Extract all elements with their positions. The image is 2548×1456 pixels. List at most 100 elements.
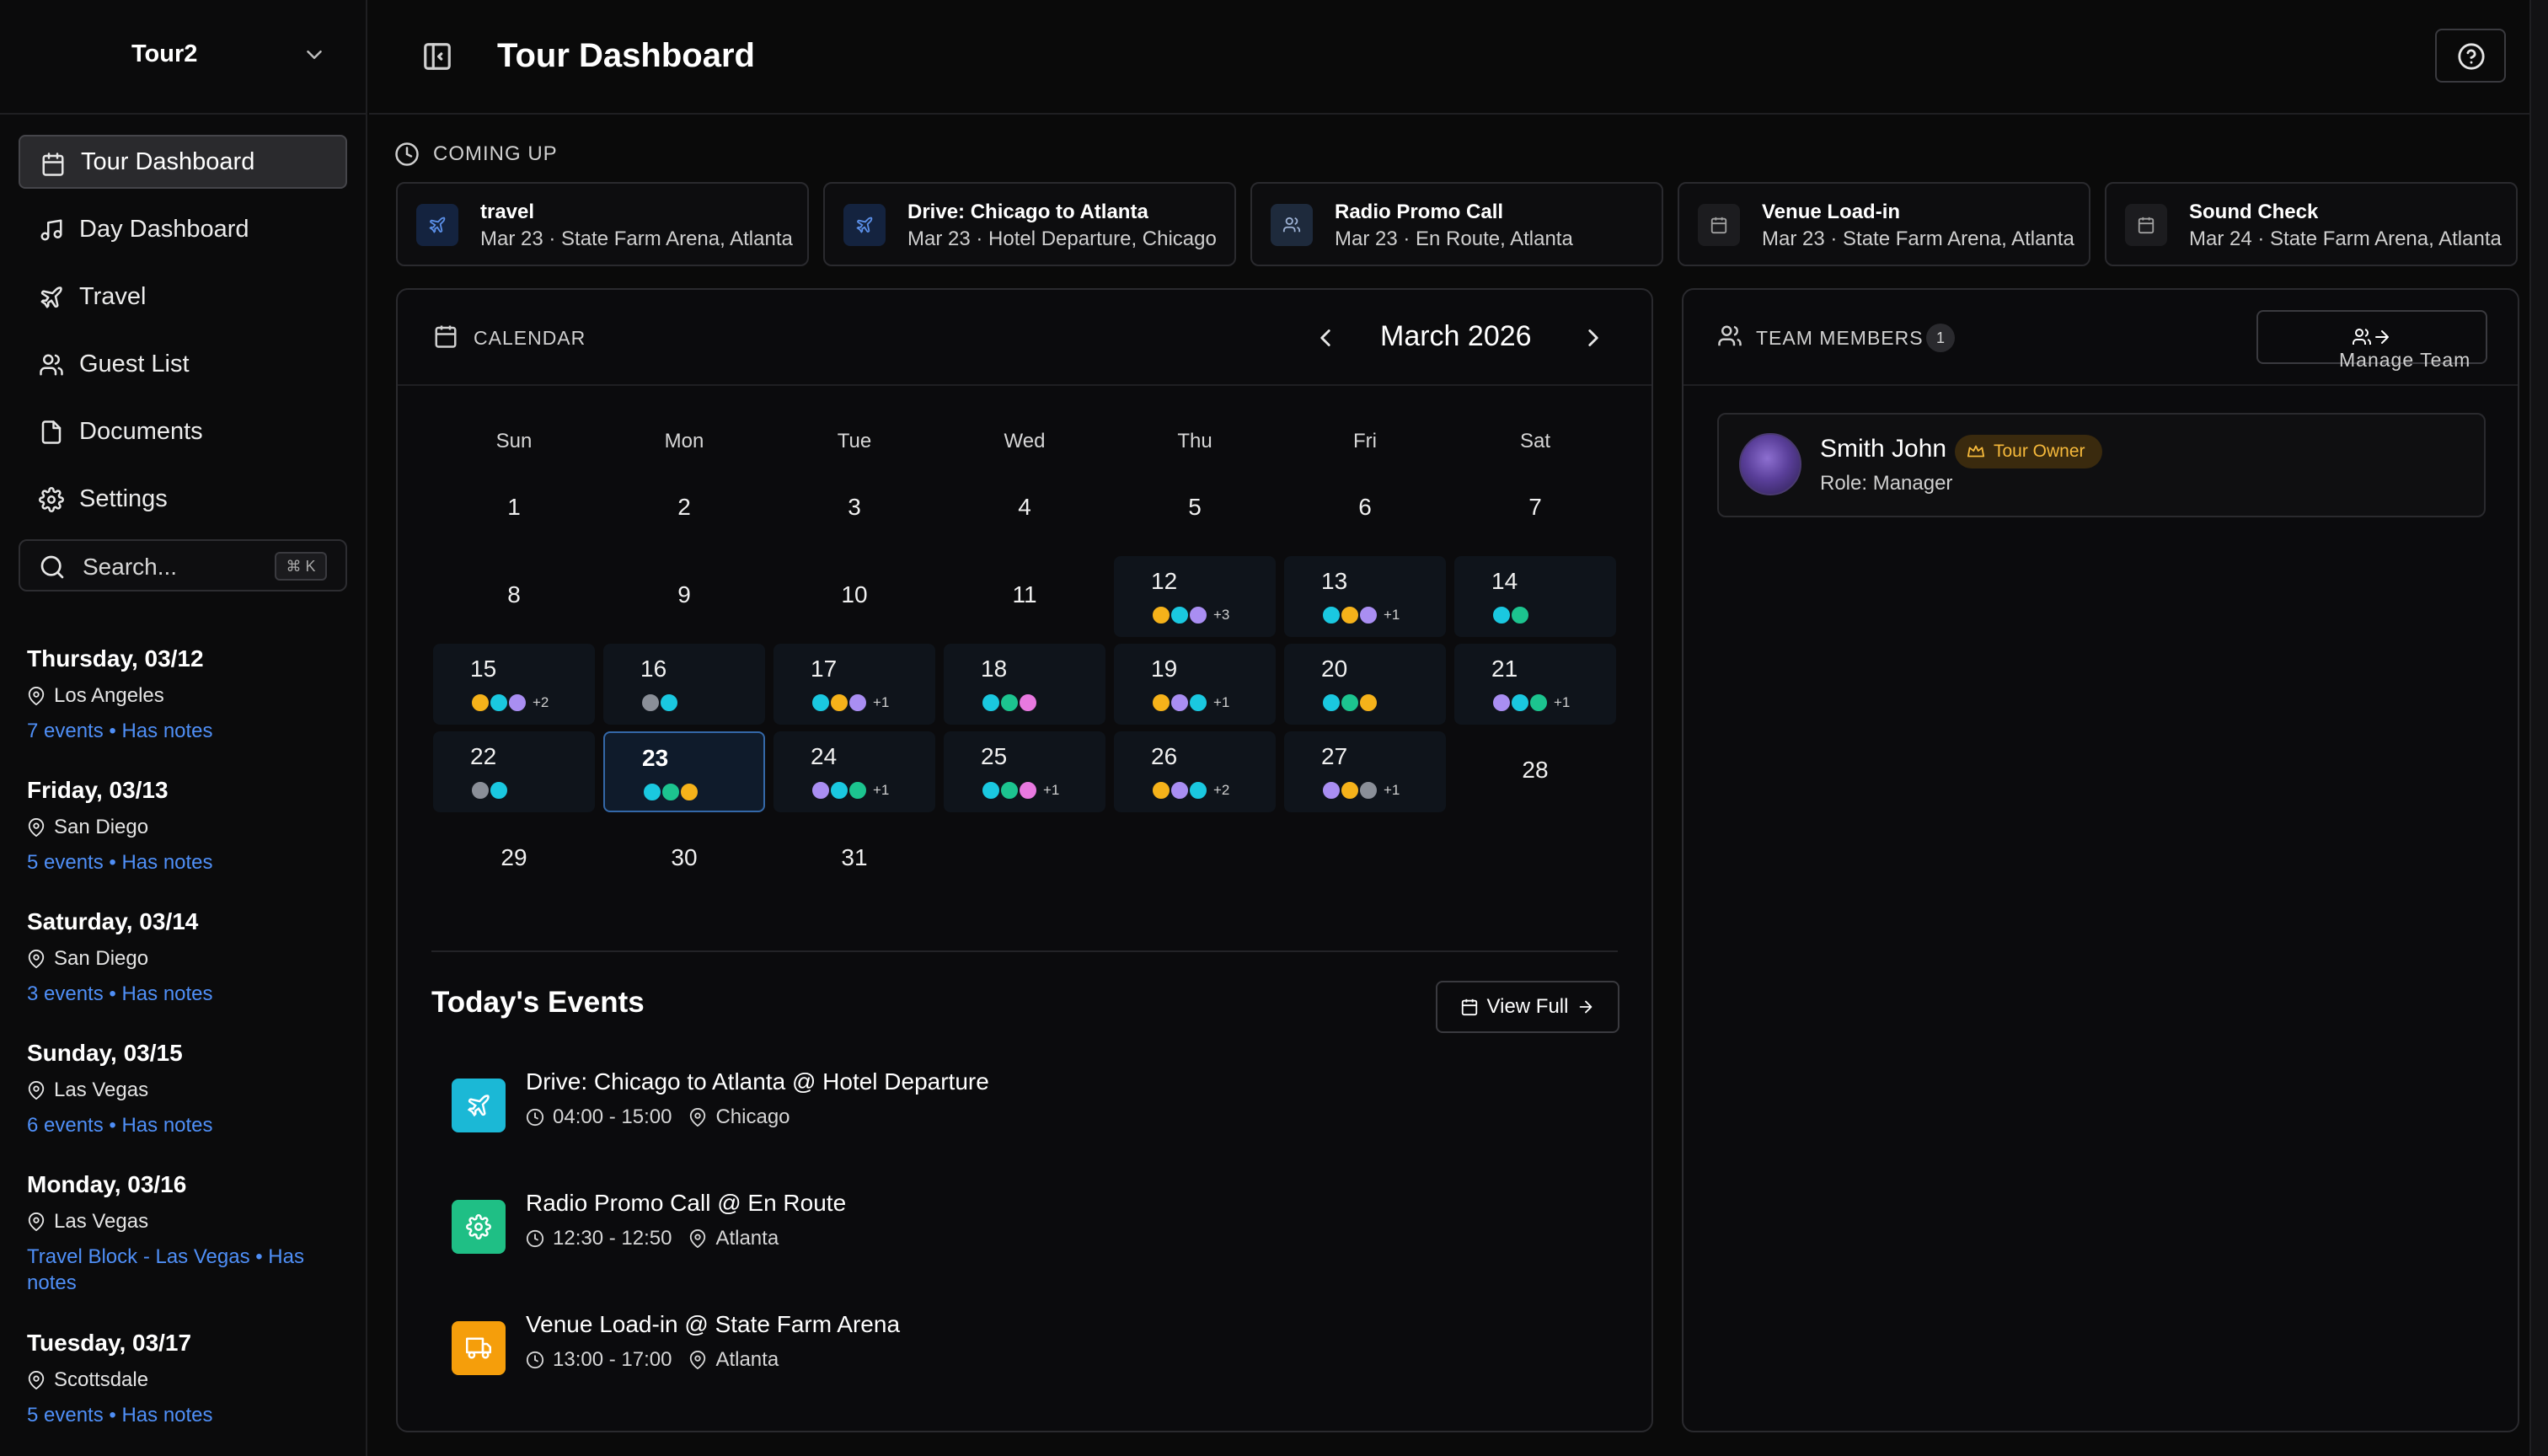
day-number: 31 [841, 844, 868, 870]
calendar-day[interactable]: 7 [1454, 468, 1616, 549]
calendar-day[interactable]: 16 [603, 644, 765, 725]
day-summary[interactable]: Friday, 03/13 San Diego 5 events • Has n… [27, 777, 347, 875]
nav-tour-dashboard[interactable]: Tour Dashboard [19, 135, 347, 189]
search-icon [40, 555, 64, 579]
calendar-day[interactable]: 8 [433, 556, 595, 637]
more-events-count: +1 [1043, 782, 1060, 798]
calendar-day[interactable]: 18 [944, 644, 1105, 725]
clock-icon [526, 1351, 544, 1369]
event-dot [848, 693, 868, 713]
event-dots [1321, 693, 1378, 713]
help-button[interactable] [2435, 29, 2506, 83]
calendar-day[interactable]: 5 [1114, 468, 1276, 549]
calendar-day[interactable]: 1 [433, 468, 595, 549]
day-events-link[interactable]: 7 events • Has notes [27, 718, 347, 744]
calendar-day[interactable]: 14 [1454, 556, 1616, 637]
chevron-left-icon[interactable] [1311, 324, 1340, 352]
scrollbar[interactable] [2529, 0, 2548, 1456]
day-summary[interactable]: Thursday, 03/12 Los Angeles 7 events • H… [27, 645, 347, 744]
nav-travel[interactable]: Travel [19, 270, 347, 324]
day-events-link[interactable]: 5 events • Has notes [27, 849, 347, 875]
calendar-day[interactable]: 11 [944, 556, 1105, 637]
nav-documents[interactable]: Documents [19, 404, 347, 458]
page-title: Tour Dashboard [497, 37, 755, 74]
weekday-label: Fri [1353, 430, 1377, 452]
nav-label: Guest List [79, 351, 190, 377]
calendar-day[interactable]: 17 +1 [774, 644, 935, 725]
calendar-day[interactable]: 25 +1 [944, 731, 1105, 812]
event-dots [640, 693, 679, 713]
calendar-card: CALENDAR March 2026 Sun Mon Tue Wed Thu Fri Sa… [396, 288, 1653, 1432]
nav-guest-list[interactable]: Guest List [19, 337, 347, 391]
map-pin-icon [28, 950, 45, 968]
coming-up-card[interactable]: travel Mar 23 · State Farm Arena, Atlant… [396, 182, 809, 266]
event-dots: +1 [1321, 780, 1400, 800]
calendar-day[interactable]: 21 +1 [1454, 644, 1616, 725]
calendar-day[interactable]: 20 [1284, 644, 1446, 725]
event-dots: +2 [470, 693, 549, 713]
coming-up-card[interactable]: Radio Promo Call Mar 23 · En Route, Atla… [1250, 182, 1663, 266]
view-full-button[interactable]: View Full [1436, 981, 1619, 1033]
team-member-card[interactable]: Smith John Tour Owner Role: Manager [1717, 413, 2486, 517]
calendar-day[interactable]: 3 [774, 468, 935, 549]
day-location: San Diego [27, 947, 347, 971]
calendar-day[interactable]: 28 [1454, 731, 1616, 812]
today-event[interactable]: Radio Promo Call @ En Route 12:30 - 12:5… [452, 1190, 1547, 1257]
manage-team-button[interactable]: Manage Team [2256, 310, 2487, 371]
day-number: 29 [500, 844, 527, 870]
calendar-day[interactable]: 2 [603, 468, 765, 549]
nav-label: Travel [79, 283, 147, 310]
day-summary[interactable]: Sunday, 03/15 Las Vegas 6 events • Has n… [27, 1040, 347, 1138]
calendar-day[interactable]: 29 [433, 819, 595, 900]
calendar-day[interactable]: 10 [774, 556, 935, 637]
search-input[interactable]: Search... ⌘ K [19, 539, 347, 592]
day-events-link[interactable]: 5 events • Has notes [27, 1402, 347, 1428]
event-location: Chicago [715, 1105, 790, 1128]
nav-settings[interactable]: Settings [19, 472, 347, 526]
event-icon-box [452, 1079, 506, 1132]
sidebar-toggle-icon[interactable] [421, 40, 453, 72]
day-number: 19 [1151, 656, 1178, 682]
calendar-day[interactable]: 6 [1284, 468, 1446, 549]
calendar-day[interactable]: 19 +1 [1114, 644, 1276, 725]
coming-up-title: Radio Promo Call [1335, 201, 1504, 223]
day-summary[interactable]: Saturday, 03/14 San Diego 3 events • Has… [27, 908, 347, 1007]
calendar-day[interactable]: 27 +1 [1284, 731, 1446, 812]
calendar-day[interactable]: 12 +3 [1114, 556, 1276, 637]
calendar-icon [1710, 217, 1727, 234]
calendar-day[interactable]: 26 +2 [1114, 731, 1276, 812]
chevron-right-icon[interactable] [1579, 324, 1608, 352]
day-summary[interactable]: Monday, 03/16 Las Vegas Travel Block - L… [27, 1171, 347, 1296]
tour-owner-badge: Tour Owner [1955, 435, 2102, 468]
calendar-day[interactable]: 31 [774, 819, 935, 900]
more-events-count: +1 [873, 782, 890, 798]
calendar-day[interactable]: 24 +1 [774, 731, 935, 812]
users-icon [1718, 325, 1742, 346]
calendar-day[interactable]: 30 [603, 819, 765, 900]
calendar-day[interactable]: 13 +1 [1284, 556, 1446, 637]
day-events-link[interactable]: Travel Block - Las Vegas • Has notes [27, 1244, 347, 1296]
day-number: 21 [1491, 656, 1518, 682]
event-location: Atlanta [715, 1348, 779, 1371]
nav-day-dashboard[interactable]: Day Dashboard [19, 202, 347, 256]
coming-up-title: travel [480, 201, 535, 223]
arrow-right-icon [2375, 330, 2389, 344]
day-events-link[interactable]: 6 events • Has notes [27, 1112, 347, 1138]
coming-up-card[interactable]: Venue Load-in Mar 23 · State Farm Arena,… [1678, 182, 2090, 266]
calendar-day[interactable]: 15 +2 [433, 644, 595, 725]
event-dot [470, 780, 490, 800]
calendar-day[interactable]: 9 [603, 556, 765, 637]
day-events-link[interactable]: 3 events • Has notes [27, 981, 347, 1007]
calendar-day-today[interactable]: 23 [603, 731, 765, 812]
team-heading: TEAM MEMBERS [1756, 327, 1924, 349]
calendar-day[interactable]: 4 [944, 468, 1105, 549]
nav-label: Documents [79, 418, 203, 445]
today-event[interactable]: Venue Load-in @ State Farm Arena 13:00 -… [452, 1311, 1547, 1378]
today-event[interactable]: Drive: Chicago to Atlanta @ Hotel Depart… [452, 1068, 1547, 1136]
event-dot [679, 782, 699, 802]
coming-up-card[interactable]: Sound Check Mar 24 · State Farm Arena, A… [2105, 182, 2518, 266]
project-switcher[interactable]: Tour2 [0, 0, 367, 115]
calendar-day[interactable]: 22 [433, 731, 595, 812]
day-summary[interactable]: Tuesday, 03/17 Scottsdale 5 events • Has… [27, 1330, 347, 1428]
coming-up-card[interactable]: Drive: Chicago to Atlanta Mar 23 · Hotel… [823, 182, 1236, 266]
